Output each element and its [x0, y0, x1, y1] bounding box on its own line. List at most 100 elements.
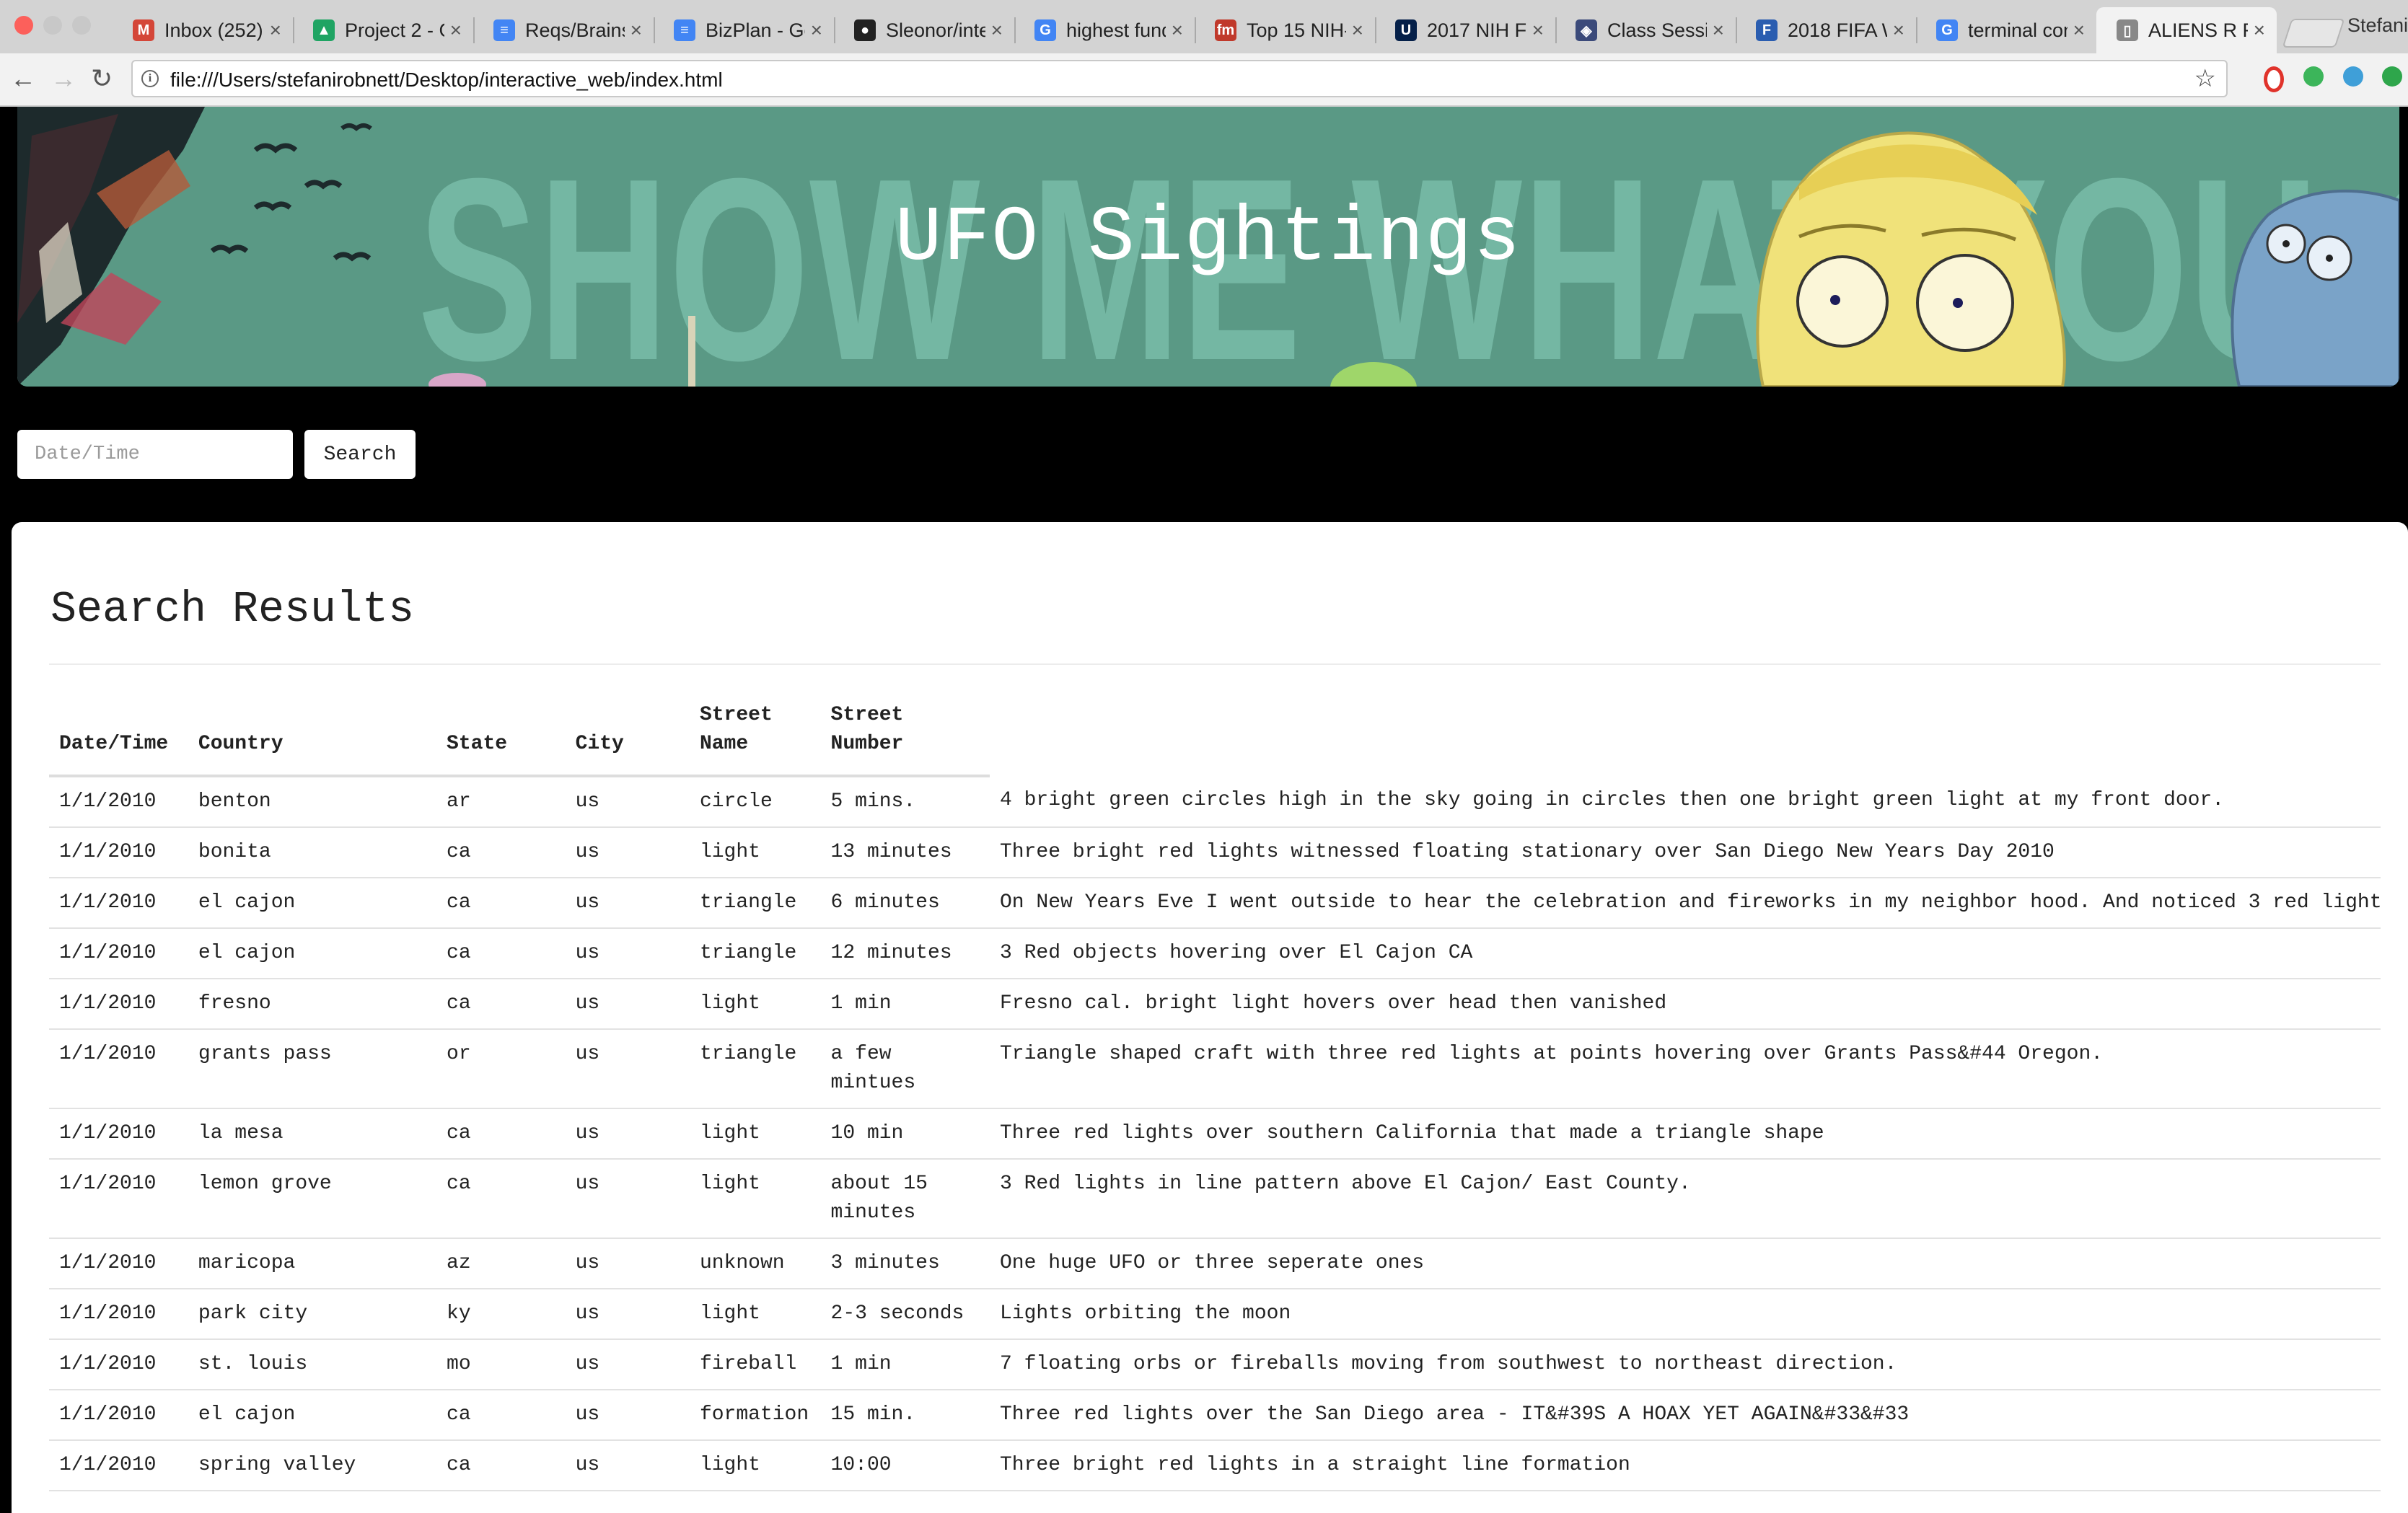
- cell-comments: Three bright red lights in a straight li…: [990, 1440, 2381, 1491]
- new-tab-button[interactable]: [2282, 19, 2345, 48]
- close-window-button[interactable]: [14, 16, 33, 35]
- cell-country: grants pass: [188, 1029, 437, 1109]
- cell-date-time: 1/1/2010: [49, 1390, 188, 1441]
- tab-label: ALIENS R RE: [2148, 19, 2248, 41]
- cell-street-name: unknown: [689, 1238, 821, 1289]
- cell-state: or: [436, 1029, 566, 1109]
- table-row: 1/1/2010 bonita ca us light 13 minutes Three b…: [49, 827, 2381, 878]
- cell-street-number: 5 mins.: [820, 776, 990, 828]
- minimize-window-button[interactable]: [43, 16, 62, 35]
- close-tab-icon[interactable]: ×: [1532, 19, 1544, 42]
- browser-tab[interactable]: Gterminal com×: [1916, 7, 2096, 53]
- browser-tab[interactable]: ▯ ALIENS R RE ×: [2096, 7, 2277, 53]
- column-header-state: State: [436, 701, 566, 777]
- close-tab-icon[interactable]: ×: [1172, 19, 1183, 42]
- search-button[interactable]: Search: [304, 430, 416, 479]
- cell-city: us: [565, 1159, 690, 1239]
- green-extension-icon[interactable]: [2303, 66, 2324, 87]
- cell-street-name: light: [689, 1108, 821, 1160]
- cell-state: az: [436, 1238, 566, 1289]
- cell-street-name: triangle: [689, 1029, 821, 1109]
- upload-extension-icon[interactable]: [2382, 66, 2402, 87]
- close-tab-icon[interactable]: ×: [630, 19, 642, 42]
- browser-tab[interactable]: ≡ Reqs/Brainst×: [473, 7, 654, 53]
- tab-label: Project 2 - G: [345, 19, 444, 41]
- back-arrow-icon[interactable]: ←: [10, 63, 36, 94]
- google-drive-icon: ▲: [313, 19, 335, 41]
- cell-comments: Triangle shaped craft with three red lig…: [990, 1029, 2381, 1109]
- close-tab-icon[interactable]: ×: [811, 19, 822, 42]
- cell-street-name: triangle: [689, 878, 821, 929]
- column-header-street-number: Street Number: [820, 701, 990, 777]
- cell-country: st. louis: [188, 1339, 437, 1390]
- opera-extension-icon[interactable]: [2264, 66, 2284, 92]
- cell-comments: Three red lights over the San Diego area…: [990, 1390, 2381, 1441]
- results-body: 1/1/2010 benton ar us circle 5 mins. 4 bright …: [49, 776, 2381, 1491]
- close-tab-icon[interactable]: ×: [991, 19, 1003, 42]
- tab-separator: [473, 17, 475, 43]
- browser-tab[interactable]: M Inbox (252) ×: [113, 7, 293, 53]
- maximize-window-button[interactable]: [72, 16, 91, 35]
- cell-comments: Fresno cal. bright light hovers over hea…: [990, 979, 2381, 1030]
- cell-country: el cajon: [188, 878, 437, 929]
- cell-date-time: 1/1/2010: [49, 827, 188, 878]
- fifa-icon: F: [1756, 19, 1778, 41]
- cell-country: el cajon: [188, 1390, 437, 1441]
- browser-tab[interactable]: ▲ Project 2 - G ×: [293, 7, 473, 53]
- tab-label: Class Sessio: [1607, 19, 1707, 41]
- bookmark-star-icon[interactable]: ☆: [2194, 64, 2216, 93]
- close-tab-icon[interactable]: ×: [1352, 19, 1363, 42]
- tab-label: highest fund: [1066, 19, 1166, 41]
- close-tab-icon[interactable]: ×: [2073, 19, 2085, 42]
- browser-tab[interactable]: F 2018 FIFA W ×: [1736, 7, 1916, 53]
- browser-tab[interactable]: ≡ BizPlan - Go ×: [654, 7, 834, 53]
- header-banner: SHOW ME WHAT YOU G UFO Sightings: [17, 107, 2399, 387]
- cell-state: ca: [436, 1108, 566, 1160]
- forward-arrow-icon[interactable]: →: [50, 63, 76, 94]
- cell-date-time: 1/1/2010: [49, 1108, 188, 1160]
- address-bar[interactable]: i file:///Users/stefanirobnett/Desktop/i…: [131, 60, 2228, 97]
- cell-street-name: light: [689, 1440, 821, 1491]
- profile-name[interactable]: Stefani: [2347, 14, 2408, 37]
- github-icon: ●: [854, 19, 876, 41]
- cell-street-number: 10 min: [820, 1108, 990, 1160]
- tab-separator: [293, 17, 294, 43]
- close-tab-icon[interactable]: ×: [270, 19, 281, 42]
- cell-country: lemon grove: [188, 1159, 437, 1239]
- browser-tab[interactable]: Ghighest fund ×: [1014, 7, 1195, 53]
- cell-street-number: 15 min.: [820, 1390, 990, 1441]
- browser-tab[interactable]: ● Sleonor/inter ×: [834, 7, 1014, 53]
- date-time-input[interactable]: [17, 430, 293, 479]
- cell-date-time: 1/1/2010: [49, 979, 188, 1030]
- cell-city: us: [565, 827, 690, 878]
- close-tab-icon[interactable]: ×: [450, 19, 462, 42]
- browser-tab-bar: M Inbox (252) × ▲ Project 2 - G × ≡ Reqs/Brains…: [0, 0, 2408, 54]
- tab-separator: [1916, 17, 1917, 43]
- cell-date-time: 1/1/2010: [49, 1440, 188, 1491]
- browser-tab[interactable]: U 2017 NIH Fu ×: [1375, 7, 1555, 53]
- blue-extension-icon[interactable]: [2343, 66, 2363, 87]
- close-tab-icon[interactable]: ×: [1713, 19, 1724, 42]
- cell-state: ky: [436, 1289, 566, 1340]
- cell-state: ca: [436, 979, 566, 1030]
- browser-tab[interactable]: fm Top 15 NIH-f ×: [1195, 7, 1375, 53]
- cell-street-name: light: [689, 1289, 821, 1340]
- browser-tab[interactable]: ◈ Class Sessio ×: [1555, 7, 1736, 53]
- close-tab-icon[interactable]: ×: [1893, 19, 1904, 42]
- info-icon[interactable]: i: [141, 70, 159, 87]
- close-tab-icon[interactable]: ×: [2254, 19, 2265, 42]
- reload-icon[interactable]: ↻: [91, 63, 113, 94]
- fm-icon: fm: [1215, 19, 1236, 41]
- table-row: 1/1/2010 spring valley ca us light 10:00 Three…: [49, 1440, 2381, 1491]
- cell-city: us: [565, 878, 690, 929]
- cell-country: bonita: [188, 827, 437, 878]
- results-panel: Search Results Date/Time Country State C…: [12, 522, 2408, 1513]
- url-text[interactable]: file:///Users/stefanirobnett/Desktop/int…: [170, 69, 723, 92]
- table-row: 1/1/2010 st. louis mo us fireball 1 min 7 floa…: [49, 1339, 2381, 1390]
- cell-state: ca: [436, 878, 566, 929]
- cell-comments: One huge UFO or three seperate ones: [990, 1238, 2381, 1289]
- tab-label: Sleonor/inter: [886, 19, 985, 41]
- cell-comments: 3 Red lights in line pattern above El Ca…: [990, 1159, 2381, 1239]
- cell-country: fresno: [188, 979, 437, 1030]
- cell-state: ca: [436, 827, 566, 878]
